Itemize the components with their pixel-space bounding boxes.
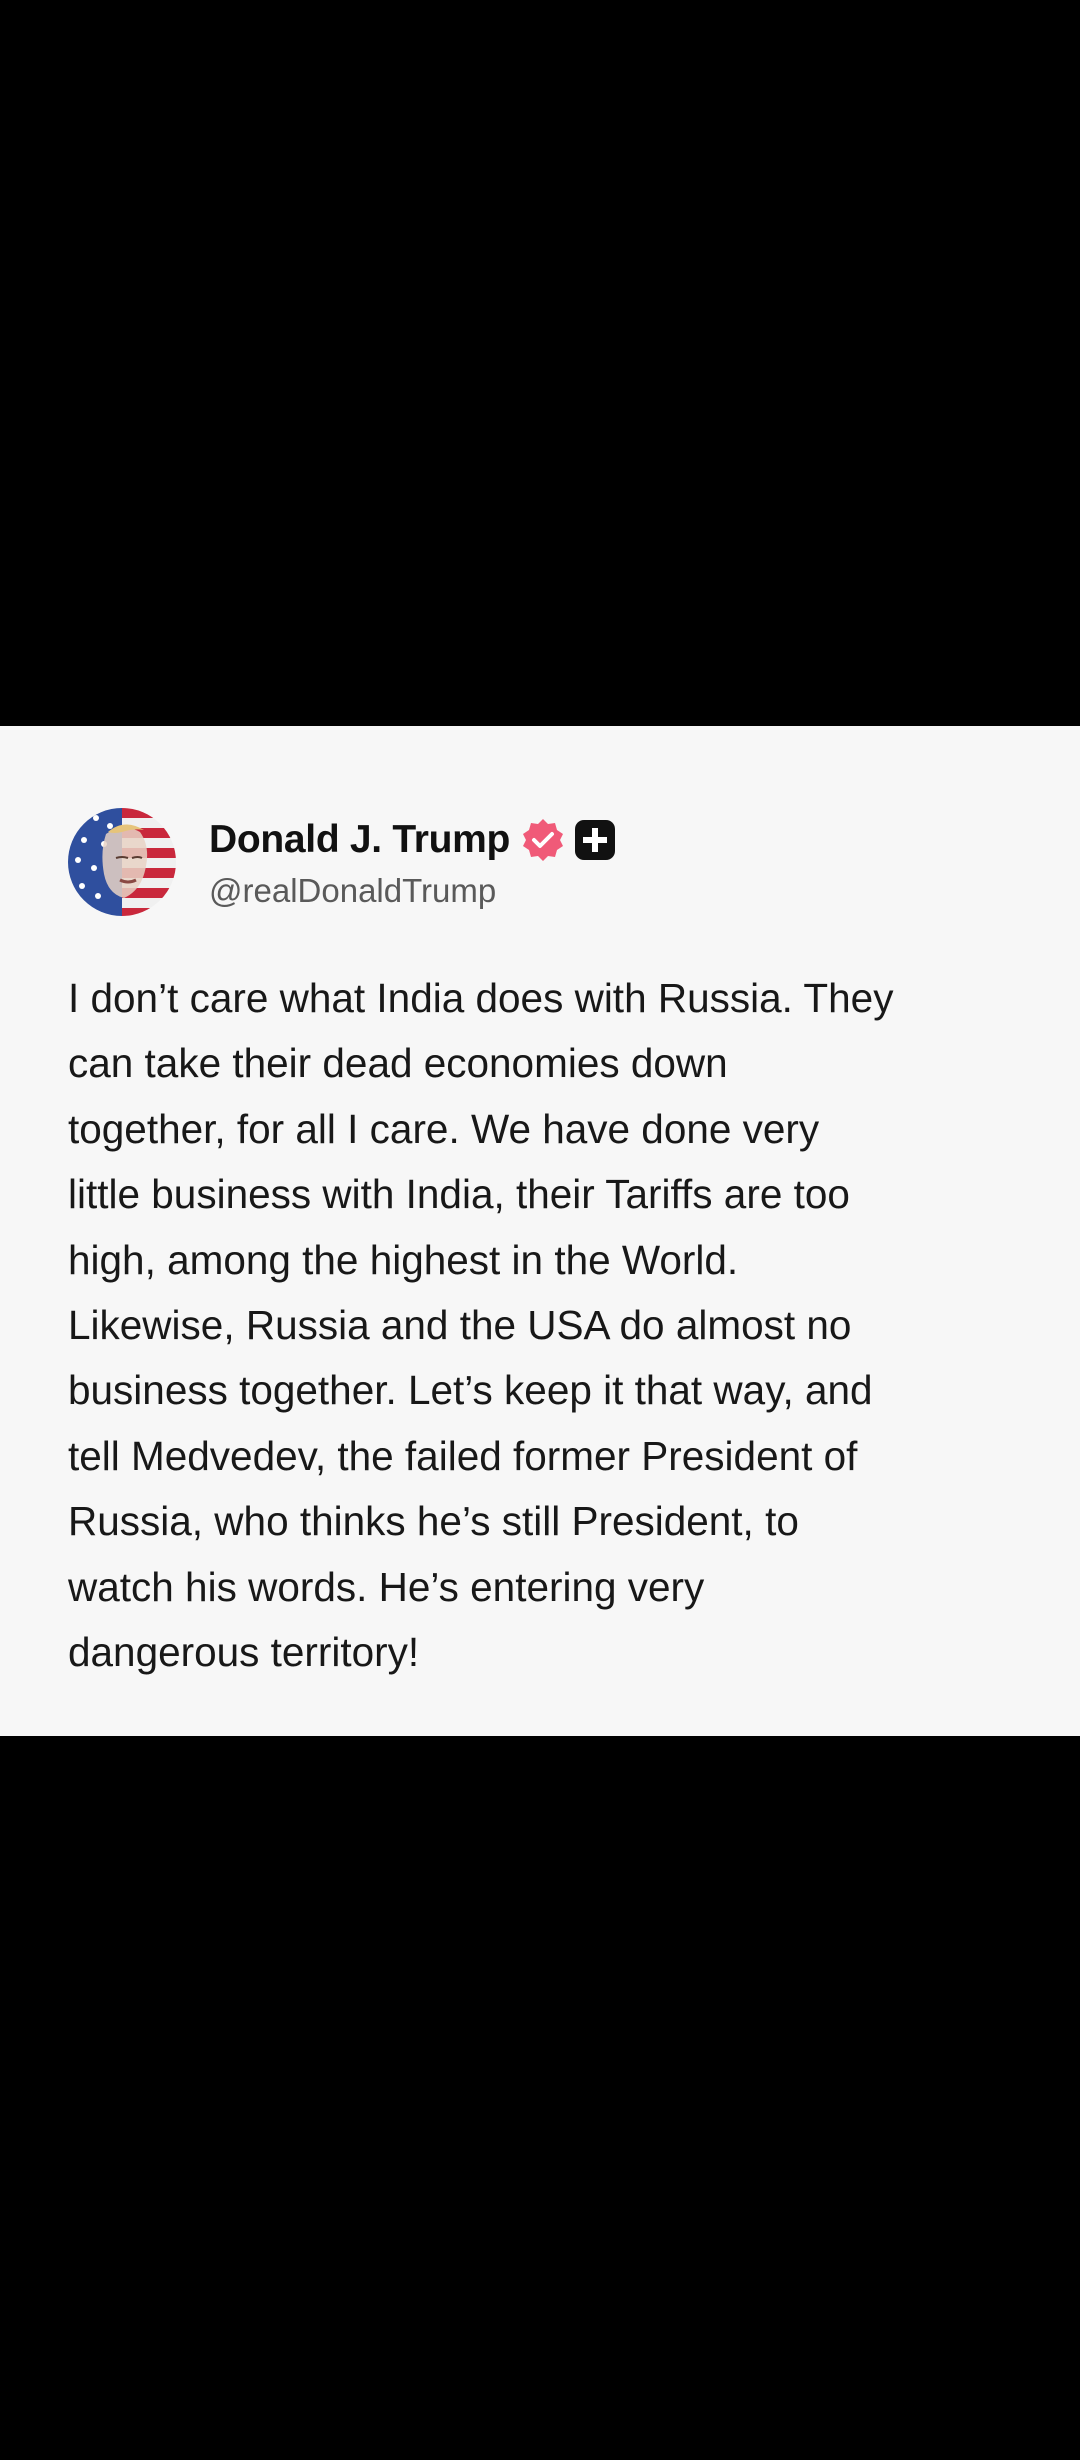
post-header: Donald J. Trump @realDonaldTrump (68, 808, 616, 916)
post-body: I don’t care what India does with Russia… (68, 975, 894, 1676)
top-letterbox (0, 0, 1080, 726)
display-name[interactable]: Donald J. Trump (209, 818, 510, 862)
verified-badge-icon (520, 817, 566, 863)
flag-portrait-avatar-icon (68, 808, 176, 916)
user-handle[interactable]: @realDonaldTrump (209, 872, 616, 910)
avatar[interactable] (68, 808, 176, 916)
plus-badge-icon[interactable] (574, 819, 616, 861)
name-row: Donald J. Trump (209, 814, 616, 866)
author-identity: Donald J. Trump @realDonaldTrump (209, 814, 616, 910)
post-card: Donald J. Trump @realDonaldTrump I don’t… (0, 726, 1080, 1736)
bottom-letterbox (0, 1736, 1080, 2460)
